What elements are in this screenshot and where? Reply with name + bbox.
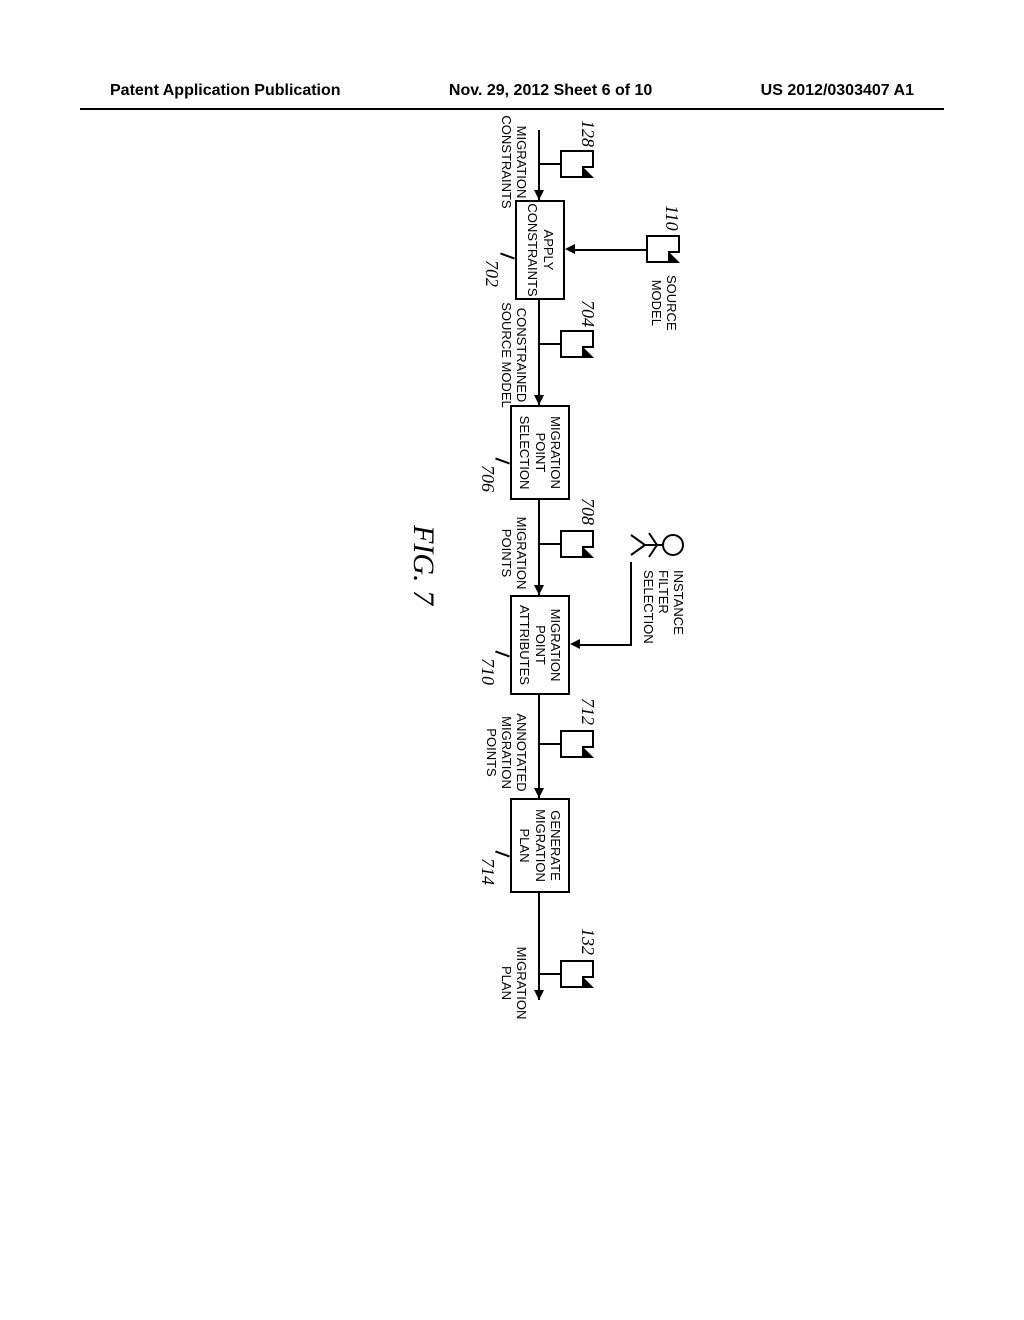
ref-706: 706 <box>477 465 498 492</box>
ref-706-line <box>495 457 510 464</box>
output-arrowhead <box>534 990 544 1000</box>
label-source-model: SOURCE MODEL <box>648 275 678 331</box>
ref-710-line <box>495 650 510 657</box>
label-constrained-source: CONSTRAINED SOURCE MODEL <box>498 300 528 410</box>
ref-702-line <box>500 252 515 259</box>
ref-714-line <box>495 850 510 857</box>
ref-702: 702 <box>481 260 502 287</box>
into-gmp-arrowhead <box>534 788 544 798</box>
box-mps-text: MIGRATION POINT SELECTION <box>517 416 564 490</box>
label-migration-points: MIGRATION POINTS <box>498 508 528 598</box>
doc-migration-points-icon <box>560 530 594 558</box>
page-header: Patent Application Publication Nov. 29, … <box>0 82 1024 100</box>
header-rule <box>80 108 944 110</box>
doc-source-model-icon <box>646 235 680 263</box>
ref-708: 708 <box>577 498 598 525</box>
box-apply-constraints: APPLY CONSTRAINTS <box>515 200 565 300</box>
label-migration-constraints: MIGRATION CONSTRAINTS <box>498 112 528 212</box>
ref-132: 132 <box>577 928 598 955</box>
label-annotated-points: ANNOTATED MIGRATION POINTS <box>483 705 528 800</box>
doc-migration-plan-icon <box>560 960 594 988</box>
header-right: US 2012/0303407 A1 <box>761 82 914 100</box>
user-icon <box>630 525 685 565</box>
header-left: Patent Application Publication <box>110 82 341 100</box>
ref-110: 110 <box>661 205 682 231</box>
plan-connector <box>540 973 560 975</box>
source-model-connector <box>571 249 646 251</box>
box-generate-migration-plan: GENERATE MIGRATION PLAN <box>510 798 570 893</box>
user-arrowhead <box>570 639 580 649</box>
source-model-arrowhead <box>565 244 575 254</box>
box-mpa-text: MIGRATION POINT ATTRIBUTES <box>517 605 564 685</box>
ref-128: 128 <box>577 120 598 147</box>
mp-connector <box>540 543 560 545</box>
ref-712: 712 <box>577 698 598 725</box>
box-migration-point-attributes: MIGRATION POINT ATTRIBUTES <box>510 595 570 695</box>
cs-connector <box>540 343 560 345</box>
box-migration-point-selection: MIGRATION POINT SELECTION <box>510 405 570 500</box>
doc-annotated-points-icon <box>560 730 594 758</box>
box-gmp-text: GENERATE MIGRATION PLAN <box>517 809 564 882</box>
diagram-body: 128 MIGRATION CONSTRAINTS APPLY CONSTRAI… <box>360 130 760 1020</box>
doc-migration-constraints-icon <box>560 150 594 178</box>
ref-704: 704 <box>577 300 598 327</box>
box-apply-constraints-text: APPLY CONSTRAINTS <box>524 203 555 296</box>
user-connector-h <box>630 562 632 644</box>
mc-connector <box>540 163 560 165</box>
doc-constrained-source-icon <box>560 330 594 358</box>
ref-714: 714 <box>477 858 498 885</box>
into-mps-arrowhead <box>534 395 544 405</box>
into-apply-arrowhead <box>534 190 544 200</box>
into-mpa-arrowhead <box>534 585 544 595</box>
header-center: Nov. 29, 2012 Sheet 6 of 10 <box>449 82 652 100</box>
figure-7: 128 MIGRATION CONSTRAINTS APPLY CONSTRAI… <box>0 130 760 770</box>
ref-710: 710 <box>477 658 498 685</box>
figure-label: FIG. 7 <box>406 525 440 605</box>
ap-connector <box>540 743 560 745</box>
user-connector <box>576 644 632 646</box>
label-instance-filter: INSTANCE FILTER SELECTION <box>640 570 685 644</box>
label-migration-plan: MIGRATION PLAN <box>498 938 528 1028</box>
